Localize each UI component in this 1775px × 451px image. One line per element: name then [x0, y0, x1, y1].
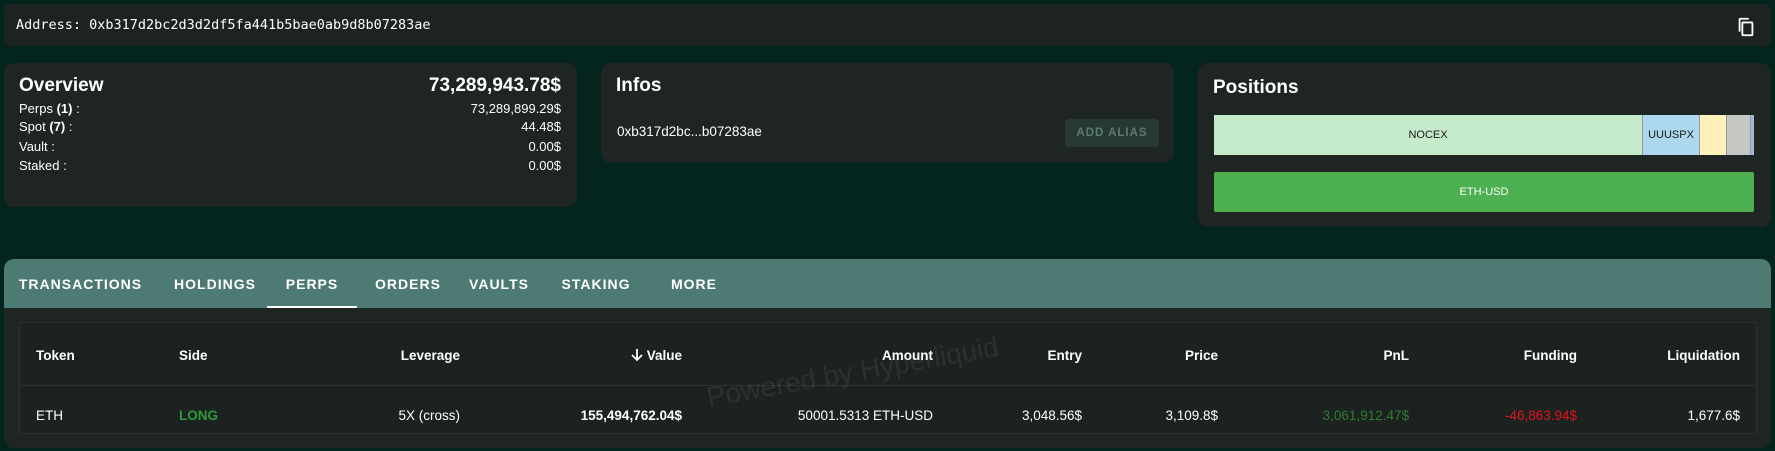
column-header-price[interactable]: Price: [1185, 348, 1218, 363]
wallet-address: Address: 0xb317d2bc2d3d2df5fa441b5bae0ab…: [16, 17, 431, 33]
column-header-liquidation[interactable]: Liquidation: [1667, 348, 1740, 363]
overview-row-perps: Perps (1) : 73,289,899.29$: [19, 99, 561, 117]
tab-vaults[interactable]: VAULTS: [455, 259, 543, 308]
add-alias-button[interactable]: ADD ALIAS: [1065, 119, 1159, 147]
cell-pnl: 3,061,912.47$: [1322, 408, 1409, 423]
overview-row-label: Perps (1) :: [19, 100, 80, 116]
allocation-segment-nocex[interactable]: NOCEX: [1214, 115, 1643, 155]
overview-title: Overview: [19, 75, 104, 96]
overview-row-vault: Vault : 0.00$: [19, 137, 561, 155]
allocation-segment-uuuspx[interactable]: UUUSPX: [1643, 115, 1700, 155]
overview-row-label: Staked :: [19, 157, 67, 173]
spot-allocation-bar: NOCEX UUUSPX: [1214, 115, 1754, 155]
tab-orders[interactable]: ORDERS: [362, 259, 454, 308]
overview-row-staked: Staked : 0.00$: [19, 156, 561, 174]
column-header-side[interactable]: Side: [179, 348, 208, 363]
cell-value: 155,494,762.04$: [580, 408, 682, 423]
column-header-amount[interactable]: Amount: [882, 348, 933, 363]
positions-card: Positions NOCEX UUUSPX ETH-USD: [1198, 63, 1771, 227]
cell-side: LONG: [179, 408, 218, 423]
cell-funding: -46,863.94$: [1504, 408, 1577, 423]
allocation-segment[interactable]: [1700, 115, 1727, 155]
tab-more[interactable]: MORE: [650, 259, 738, 308]
column-header-entry[interactable]: Entry: [1047, 348, 1082, 363]
column-header-value[interactable]: Value: [630, 348, 682, 363]
column-header-funding[interactable]: Funding: [1524, 348, 1577, 363]
overview-row-value: 44.48$: [521, 118, 561, 134]
tab-transactions[interactable]: TRANSACTIONS: [4, 259, 157, 308]
tab-strip: TRANSACTIONS HOLDINGS PERPS ORDERS VAULT…: [4, 259, 1771, 308]
column-header-token[interactable]: Token: [36, 348, 75, 363]
cell-liquidation: 1,677.6$: [1687, 408, 1740, 423]
perp-allocation-eth-usd[interactable]: ETH-USD: [1214, 172, 1754, 212]
cell-token: ETH: [36, 408, 63, 423]
sort-down-arrow-icon: [631, 349, 643, 362]
column-header-leverage[interactable]: Leverage: [401, 348, 460, 363]
tabs-panel: TRANSACTIONS HOLDINGS PERPS ORDERS VAULT…: [4, 259, 1771, 448]
cell-amount: 50001.5313 ETH-USD: [797, 408, 933, 423]
cell-entry: 3,048.56$: [1021, 408, 1082, 423]
infos-card: Infos 0xb317d2bc...b07283ae ADD ALIAS: [601, 63, 1174, 163]
infos-title: Infos: [616, 75, 662, 96]
copy-icon[interactable]: [1735, 16, 1757, 38]
table-divider: [20, 385, 1756, 386]
overview-row-spot: Spot (7) : 44.48$: [19, 117, 561, 135]
column-header-pnl[interactable]: PnL: [1384, 348, 1410, 363]
cell-leverage: 5X (cross): [398, 408, 460, 423]
overview-row-value: 0.00$: [528, 138, 561, 154]
allocation-segment[interactable]: [1751, 115, 1754, 155]
column-header-value-label: Value: [646, 348, 682, 363]
overview-row-label: Spot (7) :: [19, 118, 73, 134]
perps-table: Token Side Leverage Value Amount Entry P…: [19, 322, 1757, 434]
cell-price: 3,109.8$: [1165, 408, 1218, 423]
overview-row-label: Vault :: [19, 138, 55, 154]
overview-total: 73,289,943.78$: [428, 75, 561, 96]
overview-row-value: 73,289,899.29$: [470, 100, 561, 116]
overview-row-value: 0.00$: [528, 157, 561, 173]
tab-staking[interactable]: STAKING: [544, 259, 648, 308]
tab-holdings[interactable]: HOLDINGS: [157, 259, 273, 308]
overview-card: Overview 73,289,943.78$ Perps (1) : 73,2…: [4, 63, 577, 207]
short-address: 0xb317d2bc...b07283ae: [617, 124, 762, 139]
allocation-segment[interactable]: [1727, 115, 1751, 155]
address-bar: Address: 0xb317d2bc2d3d2df5fa441b5bae0ab…: [4, 4, 1771, 46]
positions-title: Positions: [1213, 77, 1299, 98]
tab-perps[interactable]: PERPS: [267, 259, 357, 308]
